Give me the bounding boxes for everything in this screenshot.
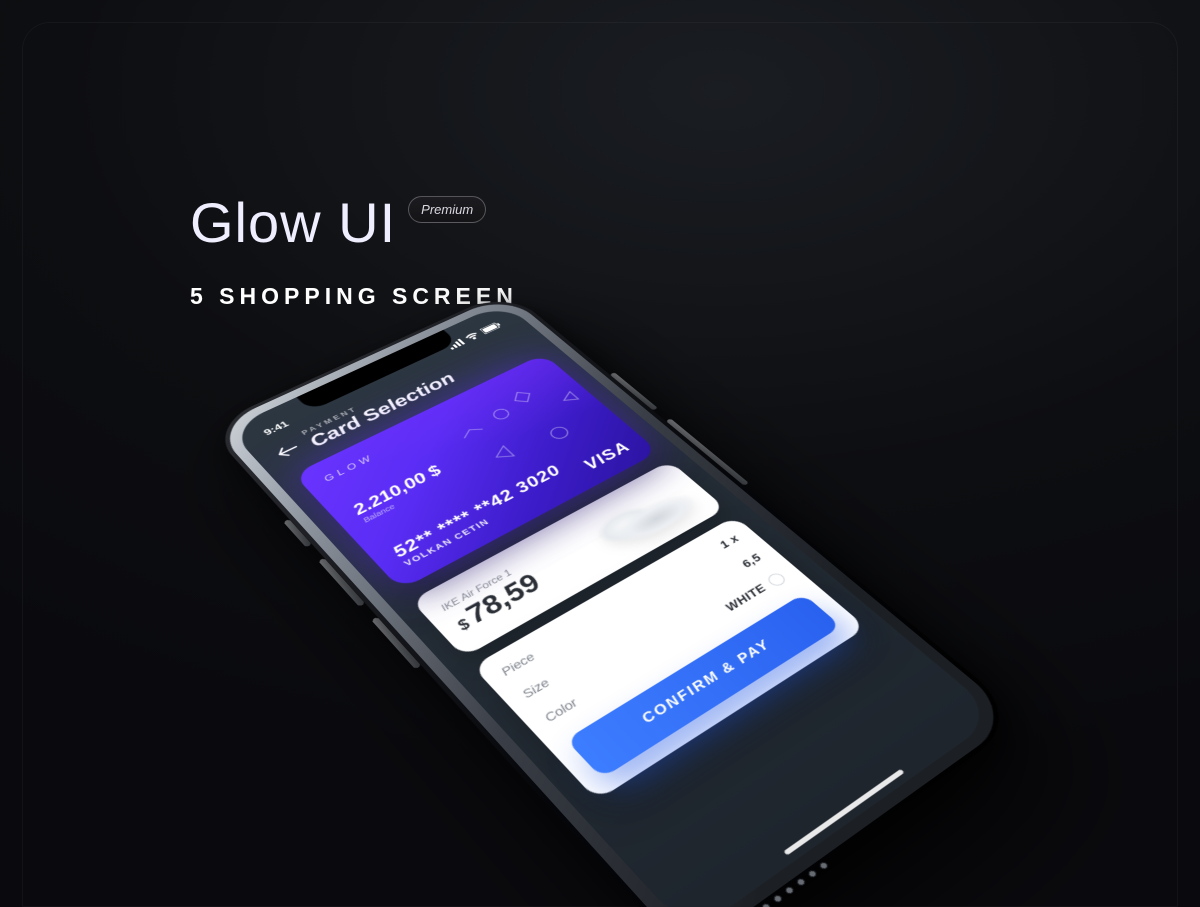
option-row-color: Color WHITE (540, 571, 788, 725)
status-time: 9:41 (261, 419, 291, 437)
back-button[interactable] (270, 438, 306, 463)
battery-icon (479, 321, 502, 334)
option-row-size: Size 6,5 (519, 551, 765, 700)
color-swatch-icon (765, 571, 788, 588)
phone-mockup: 9:41 PAYMENT (206, 290, 1025, 907)
product-name: Glow UI (190, 190, 396, 255)
wifi-icon (464, 331, 481, 341)
currency-symbol: $ (453, 616, 473, 633)
product-price: 78,59 (458, 569, 546, 628)
arrow-left-icon (275, 442, 301, 458)
